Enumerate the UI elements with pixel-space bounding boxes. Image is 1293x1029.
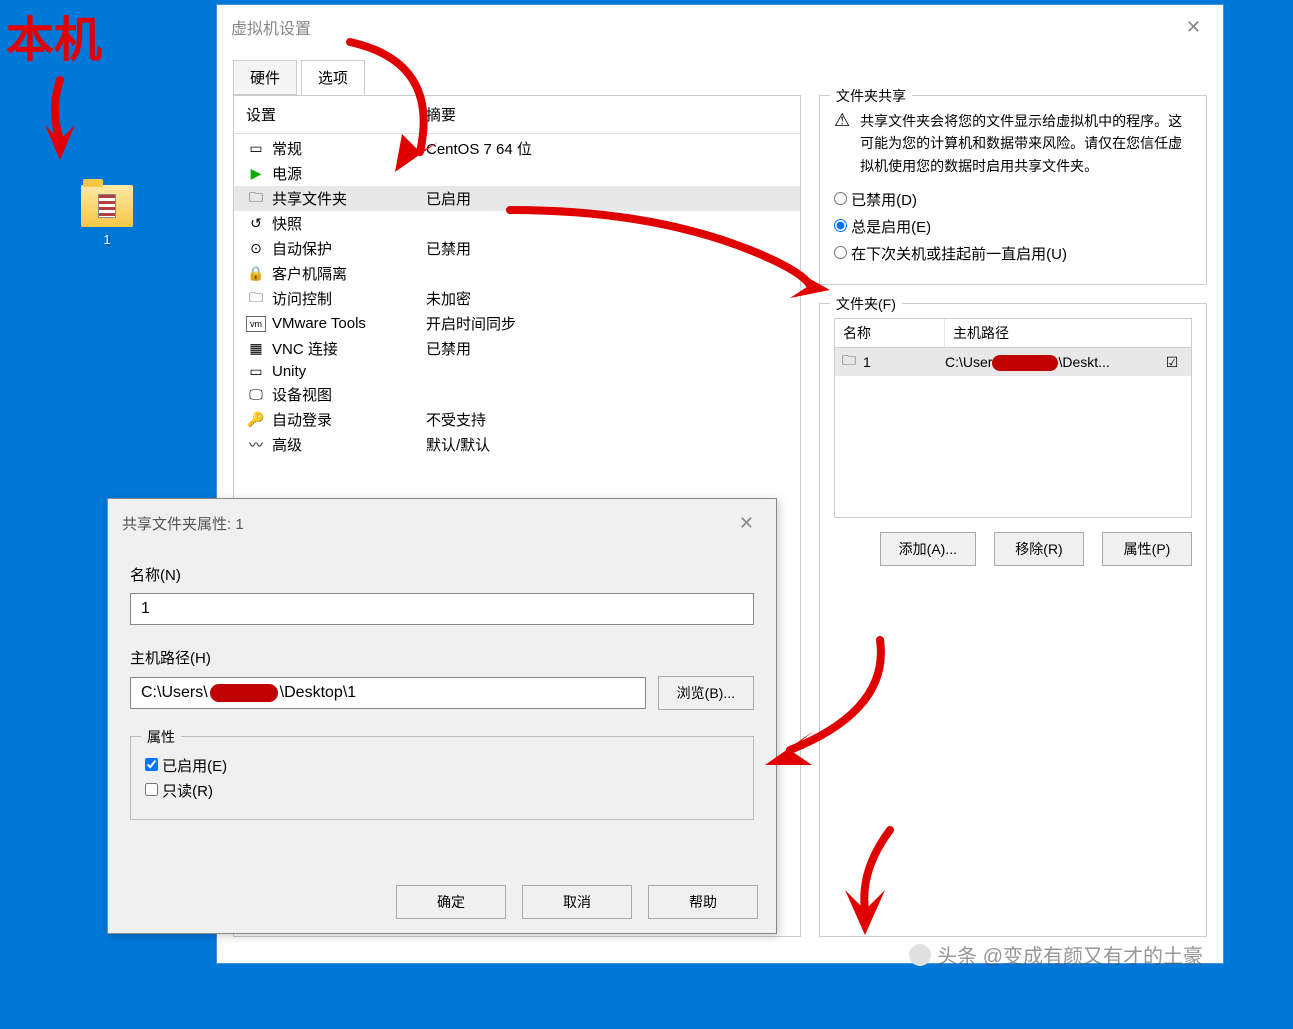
radio-until-shutdown[interactable]: 在下次关机或挂起前一直启用(U) — [834, 243, 1192, 264]
unity-icon: ▭ — [246, 364, 266, 380]
advanced-icon: 〰 — [246, 437, 266, 453]
host-path-label: 主机路径(H) — [130, 647, 754, 668]
sharing-group-title: 文件夹共享 — [830, 86, 912, 106]
folders-group-title: 文件夹(F) — [830, 294, 902, 314]
tab-options[interactable]: 选项 — [301, 60, 365, 95]
folders-col-host[interactable]: 主机路径 — [945, 319, 1191, 347]
folders-list[interactable]: 名称 主机路径 🗀 1 C:\User\Deskt... ☑ — [834, 318, 1192, 518]
browse-button[interactable]: 浏览(B)... — [658, 676, 754, 710]
row-guest-isolation[interactable]: 🔒 客户机隔离 — [234, 261, 800, 286]
name-input[interactable] — [130, 593, 754, 625]
dialog-title: 虚拟机设置 — [231, 15, 311, 39]
properties-button[interactable]: 属性(P) — [1102, 532, 1192, 566]
row-vmware-tools[interactable]: vm VMware Tools 开启时间同步 — [234, 311, 800, 336]
redacted-text — [992, 355, 1058, 371]
radio-disabled[interactable]: 已禁用(D) — [834, 189, 1192, 210]
row-vnc[interactable]: ▦ VNC 连接 已禁用 — [234, 336, 800, 361]
folder-row[interactable]: 🗀 1 C:\User\Deskt... ☑ — [835, 348, 1191, 376]
row-snapshots[interactable]: ↺ 快照 — [234, 211, 800, 236]
row-power[interactable]: ▶ 电源 — [234, 161, 800, 186]
warning-text: 共享文件夹会将您的文件显示给虚拟机中的程序。这可能为您的计算机和数据带来风险。请… — [860, 110, 1192, 177]
remove-button[interactable]: 移除(R) — [994, 532, 1084, 566]
enabled-check-icon: ☑ — [1157, 354, 1187, 371]
row-autologin[interactable]: 🔑 自动登录 不受支持 — [234, 407, 800, 432]
row-appliance-view[interactable]: 🖵 设备视图 — [234, 382, 800, 407]
row-advanced[interactable]: 〰 高级 默认/默认 — [234, 432, 800, 457]
desktop-icon-label: 1 — [70, 232, 144, 247]
col-summary: 摘要 — [426, 104, 456, 125]
folders-group: 文件夹(F) 名称 主机路径 🗀 1 C:\User\Deskt... ☑ — [819, 303, 1207, 937]
vnc-icon: ▦ — [246, 341, 266, 357]
desktop-folder-icon[interactable]: 1 — [70, 185, 144, 247]
folder-sharing-group: 文件夹共享 ⚠ 共享文件夹会将您的文件显示给虚拟机中的程序。这可能为您的计算机和… — [819, 95, 1207, 285]
folder-properties-dialog: 共享文件夹属性: 1 ✕ 名称(N) 主机路径(H) C:\Users\\Des… — [107, 498, 777, 934]
shared-folder-icon: 🗀 — [246, 191, 266, 207]
close-icon[interactable]: ✕ — [1178, 13, 1209, 42]
redacted-text — [210, 684, 278, 702]
watermark: 头条 @变成有颜又有才的土豪 — [909, 940, 1203, 969]
access-icon: 🗀 — [246, 291, 266, 307]
snapshot-icon: ↺ — [246, 216, 266, 232]
ok-button[interactable]: 确定 — [396, 885, 506, 919]
autoprotect-icon: ⊙ — [246, 241, 266, 257]
autologin-icon: 🔑 — [246, 412, 266, 428]
folder-icon: 🗀 — [839, 350, 859, 374]
cancel-button[interactable]: 取消 — [522, 885, 632, 919]
help-button[interactable]: 帮助 — [648, 885, 758, 919]
watermark-logo-icon — [909, 944, 931, 966]
warning-icon: ⚠ — [834, 110, 850, 177]
props-titlebar[interactable]: 共享文件夹属性: 1 ✕ — [108, 499, 776, 548]
enabled-checkbox[interactable]: 已启用(E) — [145, 755, 739, 776]
annotation-arrow-down — [20, 70, 100, 180]
appliance-icon: 🖵 — [246, 387, 266, 403]
row-unity[interactable]: ▭ Unity — [234, 361, 800, 382]
tab-hardware[interactable]: 硬件 — [233, 60, 297, 95]
dialog-titlebar[interactable]: 虚拟机设置 ✕ — [217, 5, 1223, 49]
name-label: 名称(N) — [130, 564, 754, 585]
add-button[interactable]: 添加(A)... — [880, 532, 976, 566]
row-general[interactable]: ▭ 常规 CentOS 7 64 位 — [234, 136, 800, 161]
close-icon[interactable]: ✕ — [731, 509, 762, 538]
play-icon: ▶ — [246, 166, 266, 182]
attributes-title: 属性 — [141, 727, 181, 747]
row-access-control[interactable]: 🗀 访问控制 未加密 — [234, 286, 800, 311]
annotation-host-label: 本机 — [6, 0, 102, 70]
col-setting: 设置 — [246, 104, 426, 125]
host-path-input[interactable]: C:\Users\\Desktop\1 — [130, 677, 646, 709]
readonly-checkbox[interactable]: 只读(R) — [145, 780, 739, 801]
vmware-icon: vm — [246, 316, 266, 332]
general-icon: ▭ — [246, 141, 266, 157]
radio-always-enabled[interactable]: 总是启用(E) — [834, 216, 1192, 237]
folders-col-name[interactable]: 名称 — [835, 319, 945, 347]
row-autoprotect[interactable]: ⊙ 自动保护 已禁用 — [234, 236, 800, 261]
attributes-group: 属性 已启用(E) 只读(R) — [130, 736, 754, 820]
folder-zip-icon — [81, 185, 133, 227]
row-shared-folders[interactable]: 🗀 共享文件夹 已启用 — [234, 186, 800, 211]
lock-icon: 🔒 — [246, 266, 266, 282]
